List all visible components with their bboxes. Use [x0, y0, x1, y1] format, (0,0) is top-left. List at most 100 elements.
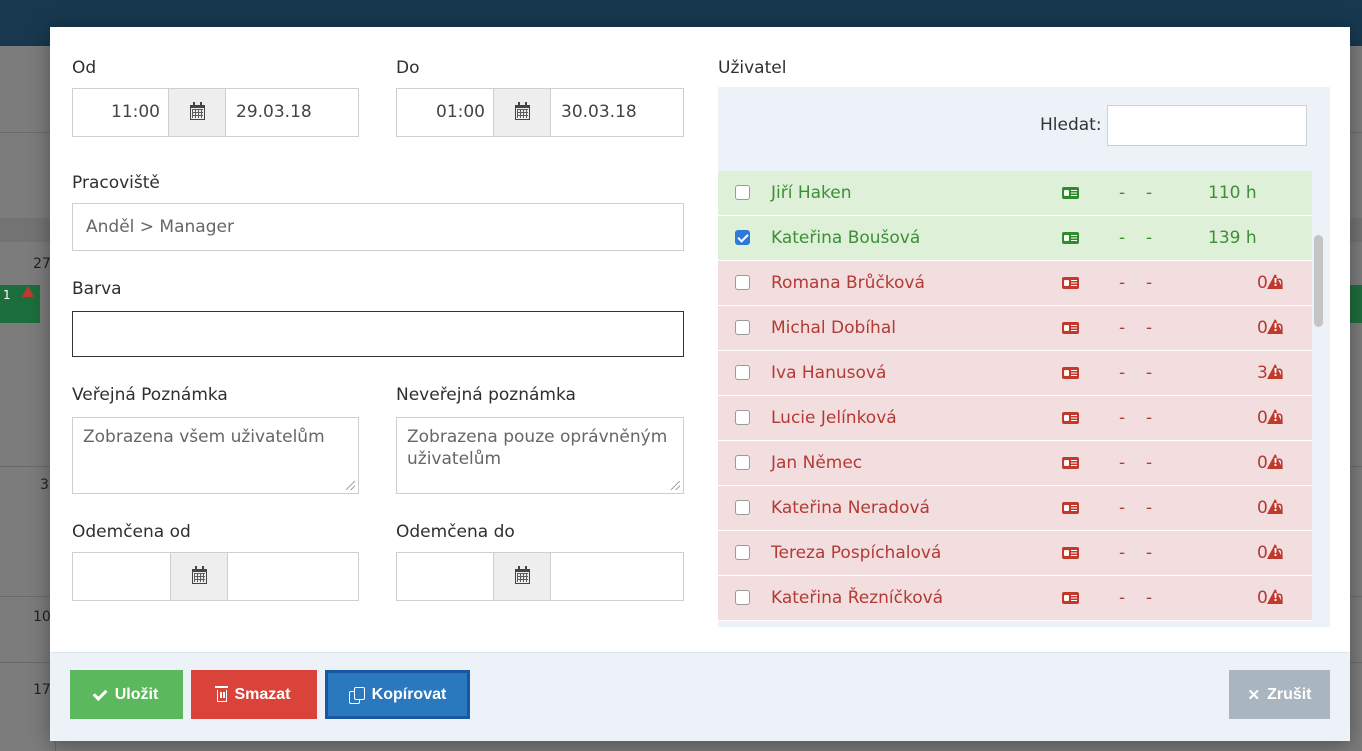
od-date-input[interactable]: 29.03.18 — [226, 89, 359, 136]
user-checkbox[interactable] — [735, 275, 750, 290]
check-icon — [92, 685, 108, 701]
verejna-poznamka-label: Veřejná Poznámka — [72, 385, 228, 405]
user-checkbox[interactable] — [735, 590, 750, 605]
user-name: Michal Dobíhal — [771, 318, 896, 338]
od-time-input[interactable]: 11:00 — [73, 89, 168, 136]
dialog-footer: Uložit Smazat Kopírovat ✕ Zrušit — [50, 652, 1350, 741]
user-row[interactable]: Iva Hanusová - -3 h — [718, 351, 1312, 396]
trash-icon — [215, 686, 229, 702]
warning-icon — [1267, 499, 1284, 515]
user-dash: - — [1146, 318, 1153, 338]
odemcena-od-calendar-button[interactable] — [170, 553, 228, 600]
user-checkbox[interactable] — [735, 230, 750, 245]
od-datetime-field: 11:00 29.03.18 — [72, 88, 359, 137]
odemcena-do-time-input[interactable] — [397, 553, 493, 600]
user-dash: - — [1146, 273, 1153, 293]
user-name: Jiří Haken — [771, 183, 852, 203]
warning-icon — [1267, 544, 1284, 560]
odemcena-od-field — [72, 552, 359, 601]
id-card-icon — [1062, 457, 1079, 469]
id-card-icon — [1062, 232, 1079, 244]
user-hours: 110 h — [1208, 183, 1257, 203]
user-dash: - — [1119, 228, 1126, 248]
cancel-button[interactable]: ✕ Zrušit — [1229, 670, 1330, 719]
od-calendar-button[interactable] — [168, 89, 226, 136]
do-date-input[interactable]: 30.03.18 — [551, 89, 684, 136]
user-row[interactable]: Kateřina Neradová - -0 h — [718, 486, 1312, 531]
user-dash: - — [1146, 363, 1153, 383]
calendar-icon — [514, 566, 530, 584]
user-dash: - — [1119, 273, 1126, 293]
odemcena-do-calendar-button[interactable] — [493, 553, 551, 600]
background-day-number: 3 — [40, 477, 49, 493]
neverejna-poznamka-textarea[interactable]: Zobrazena pouze oprávněným uživatelům — [396, 417, 684, 494]
user-row[interactable]: Kateřina Řezníčková - -0 h — [718, 576, 1312, 621]
user-row[interactable]: Michal Dobíhal - -0 h — [718, 306, 1312, 351]
do-time-input[interactable]: 01:00 — [397, 89, 493, 136]
user-checkbox[interactable] — [735, 500, 750, 515]
copy-button[interactable]: Kopírovat — [325, 670, 470, 719]
odemcena-od-date-input[interactable] — [228, 553, 359, 600]
user-checkbox[interactable] — [735, 410, 750, 425]
neverejna-poznamka-label: Neveřejná poznámka — [396, 385, 576, 405]
barva-input[interactable] — [72, 311, 684, 357]
user-dash: - — [1146, 498, 1153, 518]
user-hours: 139 h — [1208, 228, 1257, 248]
id-card-icon — [1062, 592, 1079, 604]
copy-icon — [348, 686, 365, 704]
calendar-icon — [189, 102, 205, 120]
resize-handle-icon[interactable] — [346, 481, 355, 490]
user-row[interactable]: Jan Němec - -0 h — [718, 441, 1312, 486]
user-checkbox[interactable] — [735, 545, 750, 560]
odemcena-do-label: Odemčena do — [396, 522, 515, 542]
user-dash: - — [1119, 498, 1126, 518]
resize-handle-icon[interactable] — [671, 481, 680, 490]
copy-button-label: Kopírovat — [371, 685, 447, 703]
barva-label: Barva — [72, 279, 122, 299]
user-name: Kateřina Řezníčková — [771, 588, 944, 608]
id-card-icon — [1062, 412, 1079, 424]
pracoviste-label: Pracoviště — [72, 173, 160, 193]
odemcena-od-time-input[interactable] — [73, 553, 170, 600]
user-checkbox[interactable] — [735, 185, 750, 200]
od-label: Od — [72, 58, 97, 78]
user-row[interactable]: Lucie Jelínková - -0 h — [718, 396, 1312, 441]
user-checkbox[interactable] — [735, 455, 750, 470]
warning-icon — [1267, 274, 1284, 290]
close-icon: ✕ — [1247, 686, 1261, 704]
user-checkbox[interactable] — [735, 320, 750, 335]
user-dash: - — [1146, 408, 1153, 428]
user-row[interactable]: Jiří Haken - - 110 h — [718, 171, 1312, 216]
id-card-icon — [1062, 367, 1079, 379]
odemcena-od-label: Odemčena od — [72, 522, 191, 542]
user-dash: - — [1119, 183, 1126, 203]
delete-button[interactable]: Smazat — [191, 670, 317, 719]
calendar-icon — [514, 102, 530, 120]
verejna-poznamka-placeholder: Zobrazena všem uživatelům — [83, 427, 325, 447]
user-name: Tereza Pospíchalová — [771, 543, 942, 563]
user-list-panel: Hledat: Jiří Haken - -110 h Kateřina Boušov… — [718, 87, 1330, 627]
user-row[interactable]: Kateřina Boušová - - 139 h — [718, 216, 1312, 261]
do-calendar-button[interactable] — [493, 89, 551, 136]
background-warning-icon — [22, 286, 34, 297]
verejna-poznamka-textarea[interactable]: Zobrazena všem uživatelům — [72, 417, 359, 494]
user-list: Jiří Haken - -110 h Kateřina Boušová - -139 h… — [718, 171, 1312, 621]
user-row[interactable]: Romana Brůčková - -0 h — [718, 261, 1312, 306]
warning-icon — [1267, 454, 1284, 470]
search-input[interactable] — [1107, 105, 1307, 146]
user-list-scroll-thumb[interactable] — [1314, 235, 1323, 327]
odemcena-do-date-input[interactable] — [551, 553, 684, 600]
user-dash: - — [1119, 453, 1126, 473]
background-day-number: 10 — [33, 609, 51, 625]
save-button[interactable]: Uložit — [70, 670, 183, 719]
user-name: Romana Brůčková — [771, 273, 925, 293]
warning-icon — [1267, 364, 1284, 380]
user-dash: - — [1119, 318, 1126, 338]
shift-edit-dialog: Od 11:00 29.03.18 Do 01:00 30.03.18 Prac… — [50, 27, 1350, 741]
user-name: Jan Němec — [771, 453, 863, 473]
user-name: Kateřina Neradová — [771, 498, 930, 518]
user-dash: - — [1119, 543, 1126, 563]
user-row[interactable]: Tereza Pospíchalová - -0 h — [718, 531, 1312, 576]
user-checkbox[interactable] — [735, 365, 750, 380]
pracoviste-select[interactable]: Anděl > Manager — [72, 203, 684, 251]
